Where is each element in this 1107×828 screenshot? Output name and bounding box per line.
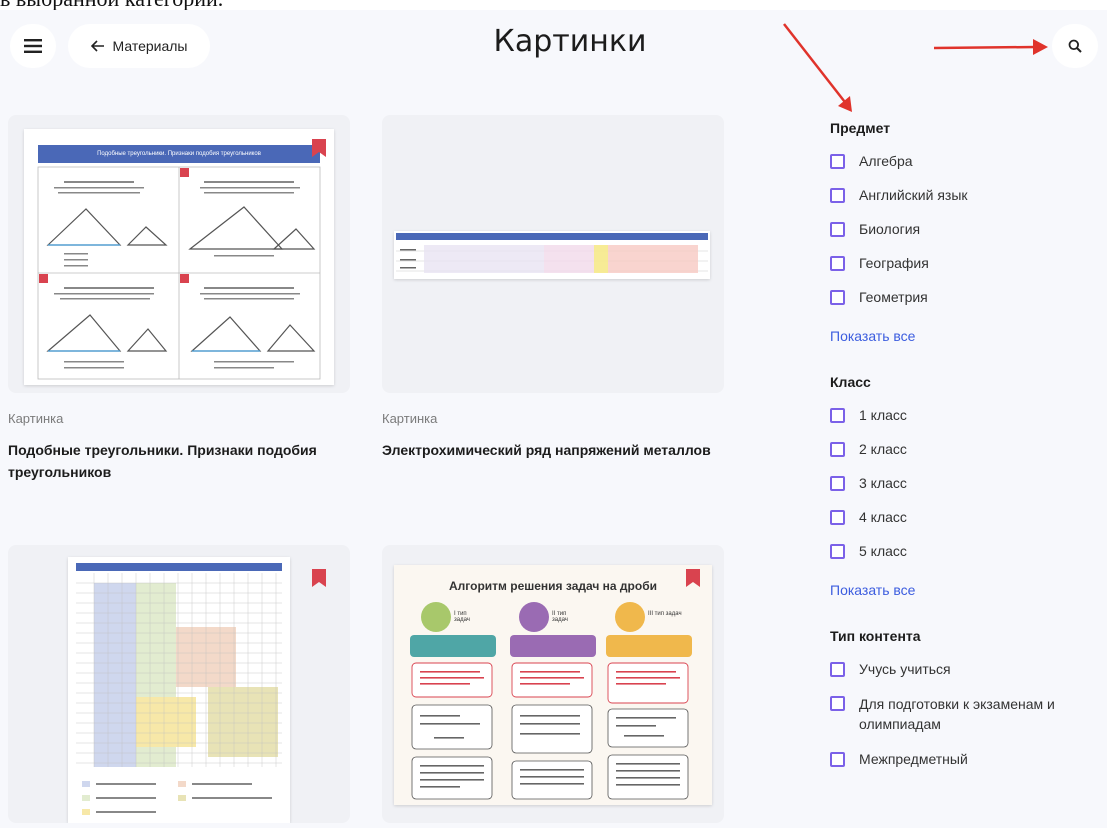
back-button-label: Материалы <box>112 38 188 54</box>
filter-option-geography[interactable]: География <box>830 254 1100 272</box>
filter-option-grade-1[interactable]: 1 класс <box>830 406 1100 424</box>
card-similar-triangles[interactable]: Подобные треугольники. Признаки подобия … <box>8 115 350 483</box>
search-button[interactable] <box>1052 24 1098 68</box>
filter-option-label: 2 класс <box>859 441 907 457</box>
filter-option-interdisciplinary[interactable]: Межпредметный <box>830 750 1100 768</box>
filter-option-label: Алгебра <box>859 153 913 169</box>
filter-option-label: Межпредметный <box>859 751 968 767</box>
card-fractions-algorithm[interactable]: Алгоритм решения задач на дроби I тип за… <box>382 545 724 828</box>
search-icon <box>1068 39 1082 53</box>
filter-option-algebra[interactable]: Алгебра <box>830 152 1100 170</box>
bookmark-icon[interactable] <box>312 569 326 587</box>
triangles-diagram-icon <box>37 166 321 380</box>
card-solubility-table[interactable]: Картинка <box>8 545 350 828</box>
card-thumbnail[interactable]: Алгоритм решения задач на дроби I тип за… <box>382 545 724 823</box>
filter-option-english[interactable]: Английский язык <box>830 186 1100 204</box>
algorithm-columns-icon <box>410 602 692 800</box>
filter-group-grade: Класс 1 класс 2 класс 3 класс 4 класс 5 … <box>830 374 1100 598</box>
electrochemical-series-image <box>394 231 710 279</box>
filter-option-label: 5 класс <box>859 543 907 559</box>
card-thumbnail[interactable] <box>8 545 350 823</box>
menu-button[interactable] <box>10 24 56 68</box>
card-electrochemical-series[interactable]: Картинка Электрохимический ряд напряжени… <box>382 115 724 461</box>
checkbox[interactable] <box>830 154 845 169</box>
series-table-icon <box>396 233 708 273</box>
filter-option-geometry[interactable]: Геометрия <box>830 288 1100 306</box>
card-thumbnail[interactable] <box>382 115 724 393</box>
hamburger-icon <box>24 39 42 53</box>
filter-option-grade-4[interactable]: 4 класс <box>830 508 1100 526</box>
filters-panel: Предмет Алгебра Английский язык Биология… <box>830 120 1100 798</box>
back-to-materials-button[interactable]: Материалы <box>68 24 210 68</box>
card-thumbnail[interactable]: Подобные треугольники. Признаки подобия … <box>8 115 350 393</box>
filter-option-label: Геометрия <box>859 289 928 305</box>
triangles-poster-image: Подобные треугольники. Признаки подобия … <box>24 129 334 385</box>
filter-option-label: Для подготовки к экзаменам и олимпиадам <box>859 696 1055 732</box>
solubility-table-image <box>68 557 290 823</box>
checkbox[interactable] <box>830 752 845 767</box>
filter-option-exam-prep[interactable]: Для подготовки к экзаменам и олимпиадам <box>830 694 1100 734</box>
column-3-label: III тип задач <box>648 611 682 617</box>
checkbox[interactable] <box>830 222 845 237</box>
filter-option-label: География <box>859 255 929 271</box>
filter-heading: Предмет <box>830 120 891 136</box>
filter-option-label: 1 класс <box>859 407 907 423</box>
column-1-label: I тип задач <box>454 611 470 623</box>
annotation-arrow-right-icon <box>933 39 1048 55</box>
filter-heading: Класс <box>830 374 871 390</box>
show-all-subjects-link[interactable]: Показать все <box>830 328 1100 344</box>
filter-option-grade-3[interactable]: 3 класс <box>830 474 1100 492</box>
filter-group-subject: Предмет Алгебра Английский язык Биология… <box>830 120 1100 344</box>
checkbox[interactable] <box>830 662 845 677</box>
checkbox[interactable] <box>830 256 845 271</box>
card-type-label: Картинка <box>8 411 64 426</box>
checkbox[interactable] <box>830 188 845 203</box>
filter-option-grade-2[interactable]: 2 класс <box>830 440 1100 458</box>
checkbox[interactable] <box>830 290 845 305</box>
checkbox[interactable] <box>830 510 845 525</box>
arrow-left-icon <box>90 40 104 52</box>
fractions-algorithm-image: Алгоритм решения задач на дроби I тип за… <box>394 565 712 805</box>
checkbox[interactable] <box>830 476 845 491</box>
filter-option-label: Учусь учиться <box>859 661 951 677</box>
column-2-label: II тип задач <box>552 611 568 623</box>
show-all-grades-link[interactable]: Показать все <box>830 582 1100 598</box>
filter-option-biology[interactable]: Биология <box>830 220 1100 238</box>
card-title[interactable]: Подобные треугольники. Признаки подобия … <box>8 439 350 483</box>
solubility-grid-icon <box>76 563 282 815</box>
annotation-arrow-down-icon <box>783 23 852 112</box>
filter-option-label: 3 класс <box>859 475 907 491</box>
filter-heading: Тип контента <box>830 628 921 644</box>
card-type-label: Картинка <box>382 411 438 426</box>
checkbox[interactable] <box>830 696 845 711</box>
app-window: Материалы Картинки Подобные треугольники… <box>0 10 1107 828</box>
filter-option-grade-5[interactable]: 5 класс <box>830 542 1100 560</box>
checkbox[interactable] <box>830 442 845 457</box>
checkbox[interactable] <box>830 544 845 559</box>
filter-option-label: Биология <box>859 221 921 237</box>
card-title[interactable]: Электрохимический ряд напряжений металло… <box>382 439 724 461</box>
page-title: Картинки <box>493 24 647 59</box>
checkbox[interactable] <box>830 408 845 423</box>
filter-option-learn-to-learn[interactable]: Учусь учиться <box>830 660 1100 678</box>
filter-option-label: 4 класс <box>859 509 907 525</box>
filter-group-content-type: Тип контента Учусь учиться Для подготовк… <box>830 628 1100 768</box>
filter-option-label: Английский язык <box>859 187 968 203</box>
